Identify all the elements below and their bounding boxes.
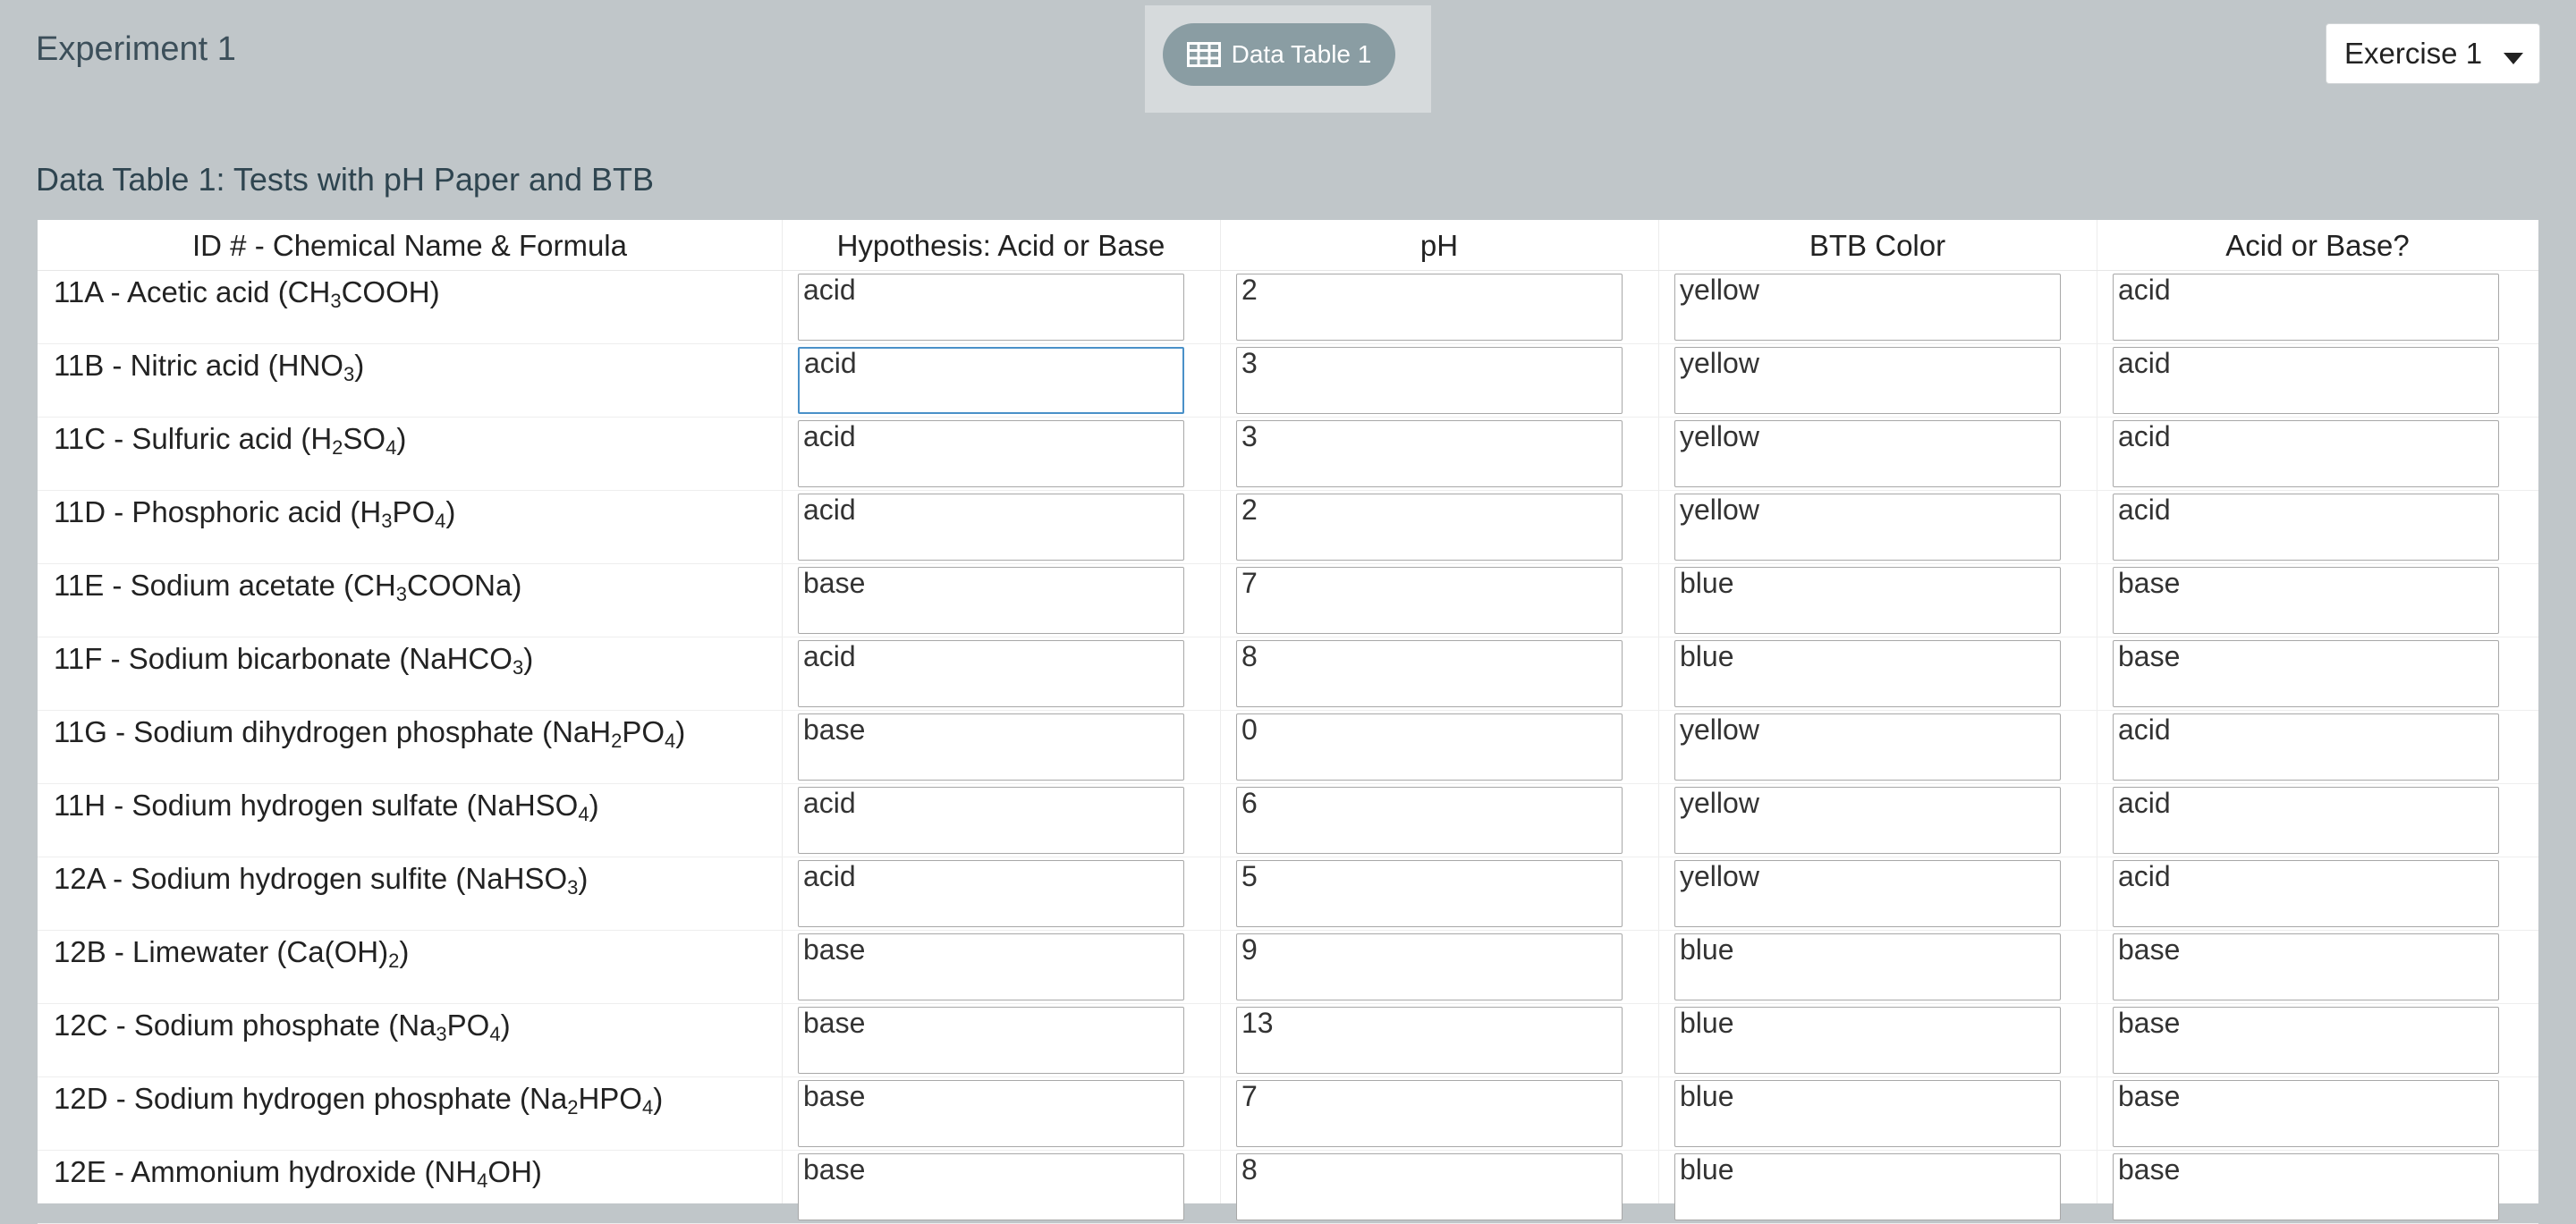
table-row: 11A - Acetic acid (CH3COOH) (38, 270, 2538, 344)
table-row: 11E - Sodium acetate (CH3COONa) (38, 563, 2538, 637)
chemical-name: 11F - Sodium bicarbonate (NaHCO3) (54, 642, 534, 679)
chemical-name: 11C - Sulfuric acid (H2SO4) (54, 422, 407, 459)
btb-color-input[interactable] (1674, 494, 2061, 561)
table-title: Data Table 1: Tests with pH Paper and BT… (36, 161, 655, 198)
ph-input[interactable] (1236, 274, 1623, 341)
acid-or-base-input[interactable] (2113, 933, 2499, 1000)
chemical-name: 12B - Limewater (Ca(OH)2) (54, 935, 410, 972)
hypothesis-input[interactable] (798, 640, 1184, 707)
table-icon (1186, 42, 1221, 67)
ph-input[interactable] (1236, 1007, 1623, 1074)
table-row: 12A - Sodium hydrogen sulfite (NaHSO3) (38, 857, 2538, 931)
ph-input[interactable] (1236, 787, 1623, 854)
column-header-name: ID # - Chemical Name & Formula (192, 229, 627, 262)
acid-or-base-input[interactable] (2113, 567, 2499, 634)
hypothesis-input[interactable] (798, 860, 1184, 927)
caret-down-icon (2504, 51, 2523, 68)
chemical-name: 11H - Sodium hydrogen sulfate (NaHSO4) (54, 789, 599, 825)
ph-input[interactable] (1236, 640, 1623, 707)
data-table-tab-label: Data Table 1 (1231, 40, 1372, 68)
hypothesis-input[interactable] (798, 713, 1184, 781)
acid-or-base-input[interactable] (2113, 713, 2499, 781)
table-row: 11B - Nitric acid (HNO3) (38, 343, 2538, 418)
acid-or-base-input[interactable] (2113, 1153, 2499, 1220)
ph-input[interactable] (1236, 860, 1623, 927)
chemical-name: 11B - Nitric acid (HNO3) (54, 349, 365, 385)
ph-input[interactable] (1236, 933, 1623, 1000)
table-row: 12B - Limewater (Ca(OH)2) (38, 930, 2538, 1004)
acid-or-base-input[interactable] (2113, 1080, 2499, 1147)
btb-color-input[interactable] (1674, 1080, 2061, 1147)
ph-input[interactable] (1236, 1080, 1623, 1147)
column-header-acid-or-base: Acid or Base? (2225, 229, 2410, 262)
table-row: 12D - Sodium hydrogen phosphate (Na2HPO4… (38, 1076, 2538, 1151)
hypothesis-input[interactable] (798, 933, 1184, 1000)
column-header-ph: pH (1419, 229, 1459, 262)
top-bar: Experiment 1 Data Table 1 Exercise 1 (0, 0, 2576, 116)
btb-color-input[interactable] (1674, 420, 2061, 487)
chemical-name: 12D - Sodium hydrogen phosphate (Na2HPO4… (54, 1082, 664, 1118)
exercise-select-value: Exercise 1 (2344, 37, 2483, 70)
table-header-row: ID # - Chemical Name & Formula Hypothesi… (38, 220, 2538, 271)
ph-input[interactable] (1236, 1153, 1623, 1220)
hypothesis-input[interactable] (798, 1007, 1184, 1074)
btb-color-input[interactable] (1674, 347, 2061, 414)
ph-input[interactable] (1236, 713, 1623, 781)
data-table-tab[interactable]: Data Table 1 (1163, 23, 1395, 86)
table-row: 11C - Sulfuric acid (H2SO4) (38, 417, 2538, 491)
btb-color-input[interactable] (1674, 1007, 2061, 1074)
table-row: 12E - Ammonium hydroxide (NH4OH) (38, 1150, 2538, 1224)
btb-color-input[interactable] (1674, 274, 2061, 341)
chemical-name: 12A - Sodium hydrogen sulfite (NaHSO3) (54, 862, 589, 899)
data-table: ID # - Chemical Name & Formula Hypothesi… (38, 220, 2538, 1224)
table-row: 11F - Sodium bicarbonate (NaHCO3) (38, 637, 2538, 711)
btb-color-input[interactable] (1674, 933, 2061, 1000)
hypothesis-input[interactable] (798, 787, 1184, 854)
acid-or-base-input[interactable] (2113, 274, 2499, 341)
acid-or-base-input[interactable] (2113, 860, 2499, 927)
hypothesis-input[interactable] (798, 1153, 1184, 1220)
acid-or-base-input[interactable] (2113, 787, 2499, 854)
btb-color-input[interactable] (1674, 713, 2061, 781)
ph-input[interactable] (1236, 494, 1623, 561)
btb-color-input[interactable] (1674, 1153, 2061, 1220)
ph-input[interactable] (1236, 567, 1623, 634)
btb-color-input[interactable] (1674, 860, 2061, 927)
ph-input[interactable] (1236, 420, 1623, 487)
btb-color-input[interactable] (1674, 640, 2061, 707)
table-row: 11D - Phosphoric acid (H3PO4) (38, 490, 2538, 564)
table-row: 12C - Sodium phosphate (Na3PO4) (38, 1003, 2538, 1077)
chemical-name: 12C - Sodium phosphate (Na3PO4) (54, 1009, 511, 1045)
column-header-hypothesis: Hypothesis: Acid or Base (836, 229, 1165, 262)
hypothesis-input[interactable] (798, 494, 1184, 561)
hypothesis-input[interactable] (798, 567, 1184, 634)
experiment-title: Experiment 1 (36, 30, 236, 68)
acid-or-base-input[interactable] (2113, 420, 2499, 487)
table-row: 11G - Sodium dihydrogen phosphate (NaH2P… (38, 710, 2538, 784)
acid-or-base-input[interactable] (2113, 494, 2499, 561)
acid-or-base-input[interactable] (2113, 347, 2499, 414)
hypothesis-input[interactable] (798, 420, 1184, 487)
column-header-btb-color: BTB Color (1809, 229, 1946, 262)
btb-color-input[interactable] (1674, 567, 2061, 634)
btb-color-input[interactable] (1674, 787, 2061, 854)
chemical-name: 12E - Ammonium hydroxide (NH4OH) (54, 1155, 542, 1192)
ph-input[interactable] (1236, 347, 1623, 414)
chemical-name: 11D - Phosphoric acid (H3PO4) (54, 495, 456, 532)
hypothesis-input[interactable] (798, 274, 1184, 341)
exercise-select[interactable]: Exercise 1 (2326, 23, 2540, 84)
chemical-name: 11A - Acetic acid (CH3COOH) (54, 275, 440, 312)
acid-or-base-input[interactable] (2113, 640, 2499, 707)
hypothesis-input[interactable] (798, 1080, 1184, 1147)
chemical-name: 11G - Sodium dihydrogen phosphate (NaH2P… (54, 715, 686, 752)
hypothesis-input[interactable] (798, 347, 1184, 414)
table-row: 11H - Sodium hydrogen sulfate (NaHSO4) (38, 783, 2538, 857)
acid-or-base-input[interactable] (2113, 1007, 2499, 1074)
tab-holder: Data Table 1 (1145, 5, 1431, 113)
chemical-name: 11E - Sodium acetate (CH3COONa) (54, 569, 522, 605)
